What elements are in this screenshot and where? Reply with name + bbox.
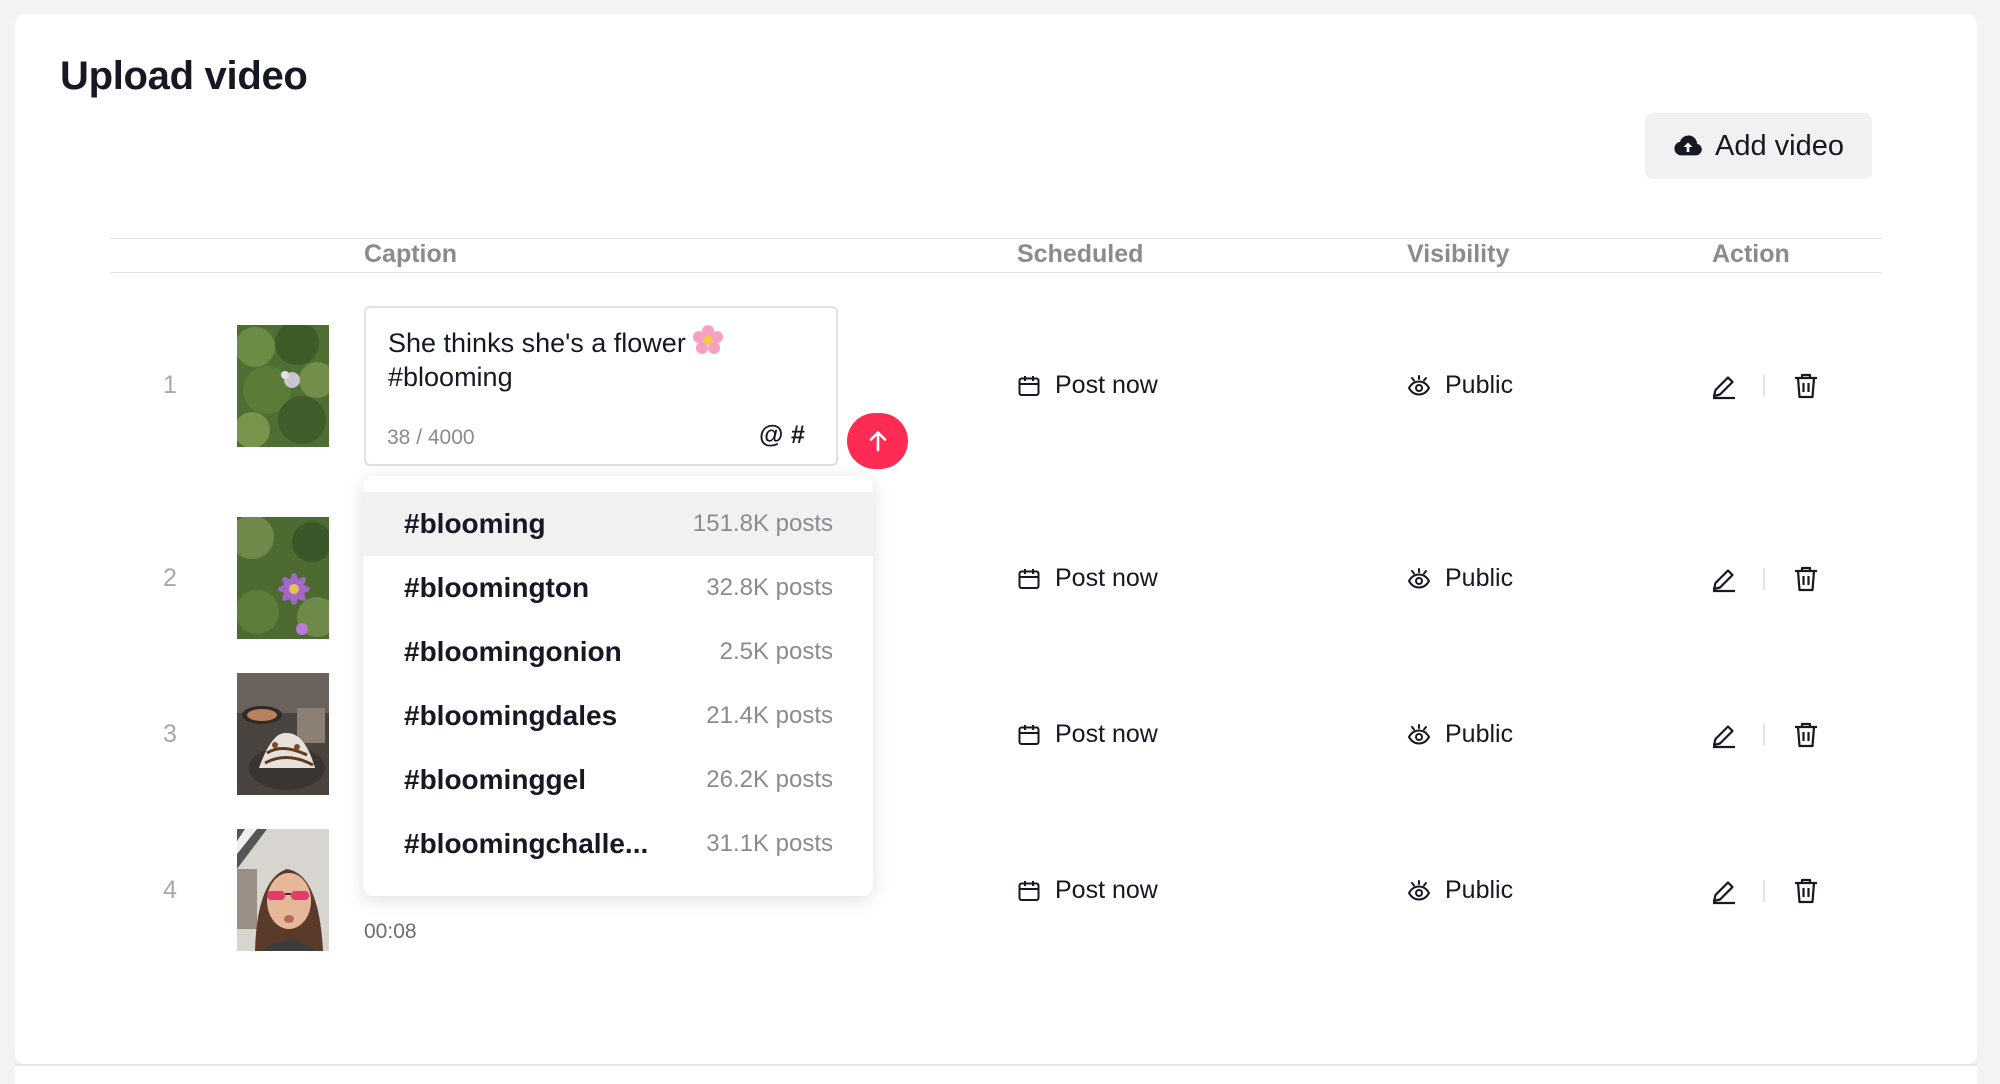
pencil-icon[interactable] [1710, 565, 1738, 593]
visibility-cell[interactable]: Public [1407, 564, 1513, 593]
schedule-label: Post now [1055, 564, 1158, 592]
pencil-icon[interactable] [1710, 372, 1738, 400]
action-divider [1763, 568, 1765, 590]
arrow-up-icon [869, 431, 886, 452]
visibility-cell[interactable]: Public [1407, 720, 1513, 749]
eye-icon [1407, 723, 1431, 745]
video-duration: 00:08 [364, 920, 417, 943]
row-number: 2 [163, 564, 177, 592]
action-divider [1763, 724, 1765, 746]
table-header-bottom-line [110, 272, 1882, 273]
character-count: 38 / 4000 [387, 426, 475, 449]
add-video-label: Add video [1715, 129, 1844, 162]
schedule-cell[interactable]: Post now [1017, 720, 1158, 749]
hashtag-suggestion[interactable]: #bloominggel 26.2K posts [363, 748, 873, 812]
column-header-scheduled: Scheduled [1017, 240, 1144, 268]
hashtag-suggestion-count: 21.4K posts [706, 702, 833, 729]
visibility-label: Public [1445, 371, 1514, 399]
table-header-top-line [110, 238, 1882, 239]
thumbnail-image-coffee-dessert [237, 673, 329, 795]
save-caption-button[interactable] [847, 413, 908, 469]
thumbnail-image-person [237, 829, 329, 951]
hashtag-suggestion-tag: #bloomington [404, 572, 590, 603]
visibility-cell[interactable]: Public [1407, 876, 1513, 905]
schedule-label: Post now [1055, 720, 1158, 748]
hashtag-suggestion[interactable]: #bloomingchalle... 31.1K posts [363, 812, 873, 876]
action-divider [1763, 880, 1765, 902]
eye-icon [1407, 567, 1431, 589]
row-number: 3 [163, 720, 177, 748]
hashtag-suggestion-tag: #blooming [404, 508, 546, 539]
pencil-icon[interactable] [1710, 877, 1738, 905]
trash-icon[interactable] [1793, 877, 1819, 905]
trash-icon[interactable] [1793, 565, 1819, 593]
hashtag-suggestion-tag: #bloominggel [404, 764, 586, 795]
video-thumbnail[interactable] [237, 829, 329, 951]
column-header-caption: Caption [364, 240, 458, 268]
caption-text-content: She thinks she's a flower [388, 328, 686, 358]
video-thumbnail[interactable] [237, 517, 329, 639]
hashtag-suggestion-tag: #bloomingdales [404, 700, 618, 731]
hashtag-suggestion-count: 2.5K posts [719, 638, 833, 665]
action-divider [1763, 375, 1765, 397]
cloud-upload-icon [1674, 135, 1702, 156]
schedule-cell[interactable]: Post now [1017, 876, 1158, 905]
schedule-label: Post now [1055, 371, 1158, 399]
schedule-label: Post now [1055, 876, 1158, 904]
add-video-button[interactable]: Add video [1645, 113, 1872, 179]
bottom-bar [15, 1064, 1977, 1084]
calendar-icon [1018, 375, 1040, 396]
visibility-label: Public [1445, 564, 1514, 592]
visibility-label: Public [1445, 876, 1514, 904]
column-header-visibility: Visibility [1407, 240, 1510, 268]
hashtag-suggestions-dropdown: #blooming 151.8K posts #bloomington 32.8… [363, 476, 873, 896]
eye-icon [1407, 374, 1431, 396]
hashtag-suggestion-count: 31.1K posts [706, 830, 833, 857]
hashtag-button[interactable]: # [791, 421, 805, 450]
visibility-cell[interactable]: Public [1407, 371, 1513, 400]
hashtag-suggestion-count: 26.2K posts [706, 766, 833, 793]
hashtag-suggestion-count: 151.8K posts [692, 510, 833, 537]
hashtag-suggestion[interactable]: #bloomingdales 21.4K posts [363, 684, 873, 748]
thumbnail-image-bushes [237, 325, 329, 447]
thumbnail-image-purple-flower [237, 517, 329, 639]
column-header-action: Action [1712, 240, 1790, 268]
row-number: 1 [163, 371, 177, 399]
video-thumbnail[interactable] [237, 673, 329, 795]
trash-icon[interactable] [1793, 721, 1819, 749]
mention-button[interactable]: @ [759, 421, 783, 450]
schedule-cell[interactable]: Post now [1017, 564, 1158, 593]
calendar-icon [1018, 880, 1040, 901]
eye-icon [1407, 879, 1431, 901]
hashtag-suggestion[interactable]: #blooming 151.8K posts [363, 492, 873, 556]
visibility-label: Public [1445, 720, 1514, 748]
row-number: 4 [163, 876, 177, 904]
schedule-cell[interactable]: Post now [1017, 371, 1158, 400]
flower-emoji-icon [692, 325, 723, 354]
page-title: Upload video [60, 54, 308, 98]
hashtag-suggestion-count: 32.8K posts [706, 574, 833, 601]
hashtag-suggestion-tag: #bloomingchalle... [404, 828, 649, 859]
hashtag-suggestion[interactable]: #bloomington 32.8K posts [363, 556, 873, 620]
caption-hashtag: #blooming [388, 362, 513, 392]
hashtag-suggestion[interactable]: #bloomingonion 2.5K posts [363, 620, 873, 684]
video-thumbnail[interactable] [237, 325, 329, 447]
caption-editor[interactable]: She thinks she's a flower #blooming 38 /… [364, 306, 838, 466]
hashtag-suggestion-tag: #bloomingonion [404, 636, 622, 667]
trash-icon[interactable] [1793, 372, 1819, 400]
calendar-icon [1018, 724, 1040, 745]
calendar-icon [1018, 568, 1040, 589]
pencil-icon[interactable] [1710, 721, 1738, 749]
caption-text[interactable]: She thinks she's a flower #blooming [388, 324, 818, 394]
